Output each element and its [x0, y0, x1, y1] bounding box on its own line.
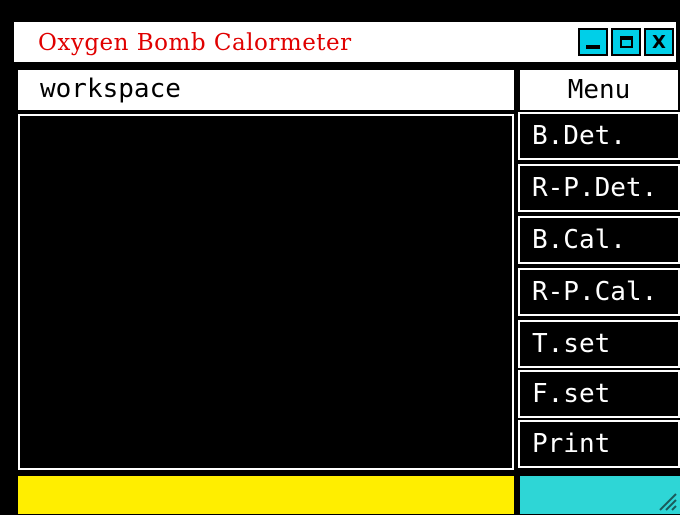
menu-item-r-p-det[interactable]: R-P.Det.	[518, 164, 680, 212]
resize-grip-icon[interactable]	[656, 490, 678, 512]
title-bar: Oxygen Bomb Calormeter X	[12, 20, 678, 64]
menu-item-b-cal[interactable]: B.Cal.	[518, 216, 680, 264]
maximize-button[interactable]	[611, 28, 641, 56]
menu-item-t-set[interactable]: T.set	[518, 320, 680, 368]
workspace-header: workspace	[18, 70, 514, 110]
status-bar-message	[18, 476, 514, 514]
menu-title: Menu	[567, 75, 631, 105]
menu-list: B.Det. R-P.Det. B.Cal. R-P.Cal. T.set F.…	[518, 112, 680, 472]
minimize-icon	[586, 45, 600, 49]
close-button[interactable]: X	[644, 28, 674, 56]
status-bar-right	[520, 476, 680, 514]
menu-item-print[interactable]: Print	[518, 420, 680, 468]
menu-item-r-p-cal[interactable]: R-P.Cal.	[518, 268, 680, 316]
window-title: Oxygen Bomb Calormeter	[38, 30, 352, 56]
close-icon: X	[652, 31, 666, 53]
workspace-area[interactable]	[18, 114, 514, 470]
calorimeter-screen: Oxygen Bomb Calormeter X workspace Menu …	[0, 0, 680, 515]
workspace-label: workspace	[40, 74, 181, 104]
menu-item-f-set[interactable]: F.set	[518, 370, 680, 418]
maximize-icon	[619, 36, 633, 48]
window-controls: X	[575, 28, 674, 58]
minimize-button[interactable]	[578, 28, 608, 56]
menu-header: Menu	[520, 70, 678, 110]
menu-item-b-det[interactable]: B.Det.	[518, 112, 680, 160]
